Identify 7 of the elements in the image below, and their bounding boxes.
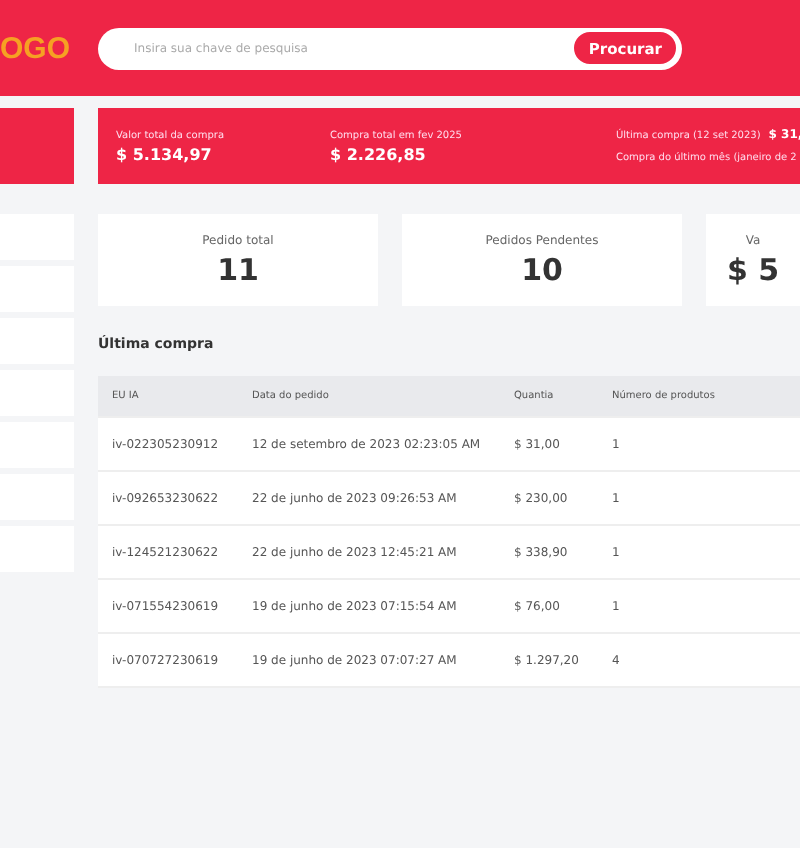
card-value: $ 5	[726, 251, 780, 287]
sidebar-banner	[0, 108, 74, 184]
stat-value: $ 5.134,97	[116, 145, 214, 163]
logo: OGO	[0, 31, 66, 65]
stat-value: $ 2.226,85	[330, 145, 428, 163]
card-value: 11	[217, 251, 259, 287]
card-value: 10	[521, 251, 563, 287]
